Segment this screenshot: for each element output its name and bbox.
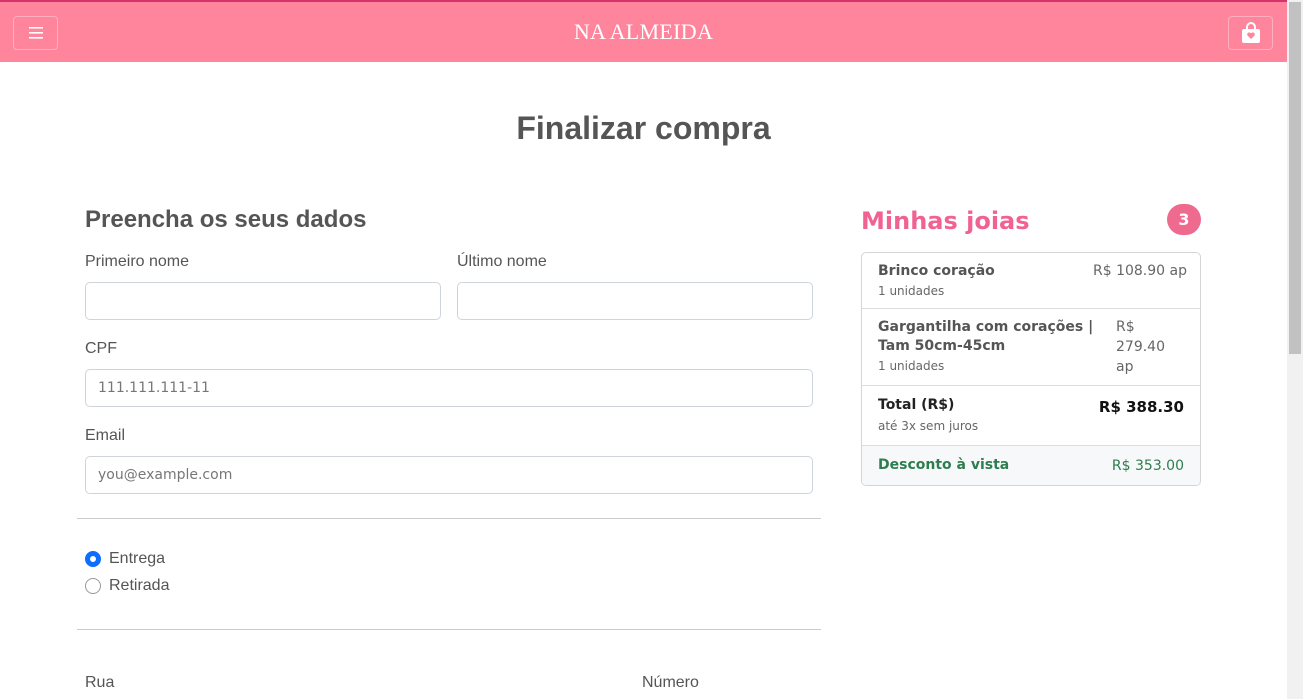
cart-item-price: R$ 108.90 ap <box>1093 263 1187 279</box>
radio-label: Retirada <box>109 577 170 594</box>
cart-item-qty: 1 unidades <box>878 359 945 373</box>
total-label: Total (R$) <box>878 397 955 413</box>
email-input[interactable]: you@example.com <box>85 456 813 494</box>
cart-item-name: Brinco coração <box>878 263 995 279</box>
total-value: R$ 388.30 <box>1098 398 1184 416</box>
discount-value: R$ 353.00 <box>1111 458 1184 474</box>
discount-row: Desconto à vista R$ 353.00 <box>862 446 1200 485</box>
cpf-label: CPF <box>85 340 117 357</box>
divider <box>77 629 821 630</box>
total-installments: até 3x sem juros <box>878 419 979 433</box>
first-name-input[interactable] <box>85 282 441 320</box>
discount-label: Desconto à vista <box>878 457 1010 473</box>
page-title: Finalizar compra <box>516 110 771 146</box>
form-section-title: Preencha os seus dados <box>85 206 367 233</box>
radio-checked[interactable] <box>85 551 101 567</box>
cart-summary: Brinco coração 1 unidades R$ 108.90 ap G… <box>861 252 1201 486</box>
cart-item-qty: 1 unidades <box>878 284 945 298</box>
divider <box>77 518 821 519</box>
street-label: Rua <box>85 674 115 691</box>
cart-item: Gargantilha com corações | Tam 50cm-45cm… <box>862 309 1200 386</box>
cart-item-name: Gargantilha com corações | Tam 50cm-45cm <box>878 319 1094 354</box>
top-navbar: NA ALMEIDA <box>0 0 1287 62</box>
cpf-input[interactable]: 111.111.111-11 <box>85 369 813 407</box>
brand-logo[interactable]: NA ALMEIDA <box>0 19 1287 45</box>
radio-unchecked[interactable] <box>85 578 101 594</box>
first-name-label: Primeiro nome <box>85 253 190 270</box>
number-label: Número <box>642 674 699 691</box>
cart-count-badge: 3 <box>1167 204 1201 235</box>
cart-total-row: Total (R$) até 3x sem juros R$ 388.30 <box>862 386 1200 446</box>
last-name-label: Último nome <box>457 253 547 270</box>
cart-title: Minhas joias <box>861 207 1030 235</box>
email-label: Email <box>85 427 126 444</box>
cart-button[interactable] <box>1228 16 1273 50</box>
shopping-bag-icon <box>1241 22 1260 43</box>
radio-label: Entrega <box>109 550 166 567</box>
last-name-input[interactable] <box>457 282 813 320</box>
cart-item-price: R$ 279.40 ap <box>1116 319 1165 375</box>
cart-item: Brinco coração 1 unidades R$ 108.90 ap <box>862 253 1200 309</box>
scrollbar-thumb[interactable] <box>1289 2 1301 354</box>
delivery-option-entrega[interactable]: Entrega <box>85 550 165 568</box>
delivery-option-retirada[interactable]: Retirada <box>85 577 169 595</box>
